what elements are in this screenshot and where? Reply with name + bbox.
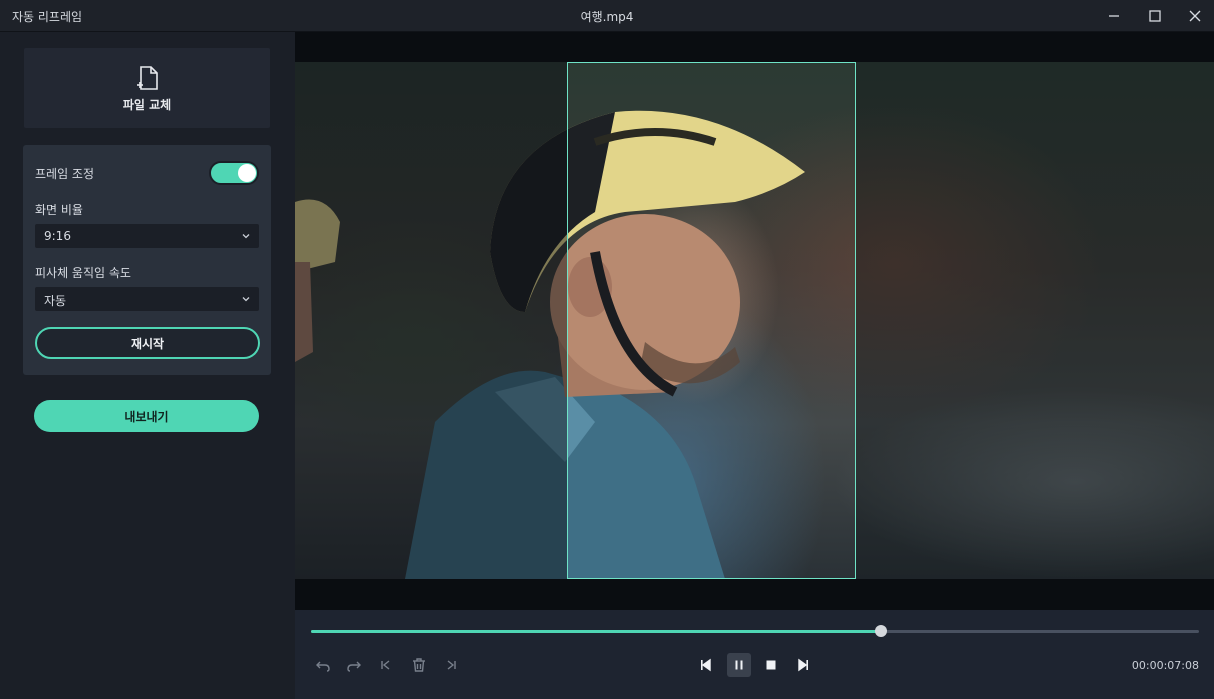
replace-file-button[interactable]: 파일 교체 (24, 48, 270, 128)
progress-bar[interactable] (311, 625, 1199, 637)
aspect-ratio-label: 화면 비율 (35, 203, 83, 217)
delete-icon (413, 658, 425, 672)
timecode: 00:00:07:08 (1131, 659, 1199, 672)
jump-end-button[interactable] (440, 654, 462, 676)
export-button[interactable]: 내보내기 (34, 400, 259, 432)
step-back-icon (701, 658, 711, 672)
close-button[interactable] (1178, 0, 1212, 32)
jump-start-button[interactable] (375, 654, 397, 676)
redo-icon (347, 661, 361, 672)
motion-speed-select[interactable]: 자동 (35, 287, 259, 311)
pause-button[interactable] (727, 653, 751, 677)
video-preview (295, 32, 1214, 610)
motion-speed-label: 피사체 움직임 속도 (35, 266, 131, 280)
frame-adjust-label: 프레임 조정 (35, 167, 95, 181)
settings-sidebar: 파일 교체 프레임 조정 화면 비율 9:16 피사체 움직임 속도 자동 재시… (0, 32, 295, 699)
minimize-icon (1109, 15, 1119, 17)
step-back-button[interactable] (695, 654, 717, 676)
stop-icon (766, 660, 776, 670)
delete-button[interactable] (408, 654, 430, 676)
toggle-knob (238, 164, 256, 182)
undo-icon (316, 661, 330, 672)
file-title: 여행.mp4 (580, 10, 634, 24)
playback-bar: 00:00:07:08 (295, 610, 1214, 699)
chevron-down-icon (242, 234, 250, 239)
video-frame (295, 62, 1214, 579)
minimize-button[interactable] (1097, 0, 1131, 32)
crop-frame[interactable] (567, 62, 856, 579)
progress-handle[interactable] (875, 625, 888, 637)
crop-dim-left (295, 62, 567, 579)
reframe-settings-panel: 프레임 조정 화면 비율 9:16 피사체 움직임 속도 자동 재시작 (23, 145, 271, 375)
title-bar: 자동 리프레임 여행.mp4 (0, 0, 1214, 32)
chevron-down-icon (242, 297, 250, 302)
motion-speed-value: 자동 (44, 294, 67, 308)
step-forward-icon (798, 658, 808, 672)
maximize-icon (1149, 10, 1161, 22)
stop-button[interactable] (760, 654, 782, 676)
step-forward-button[interactable] (792, 654, 814, 676)
jump-start-icon (381, 660, 390, 670)
replace-file-label: 파일 교체 (122, 97, 172, 112)
progress-fill (311, 630, 882, 633)
frame-adjust-toggle[interactable] (209, 161, 259, 185)
crop-dim-right (856, 62, 1214, 579)
add-file-icon (137, 65, 158, 90)
jump-end-icon (447, 660, 456, 670)
pause-icon (735, 660, 743, 670)
aspect-ratio-select[interactable]: 9:16 (35, 224, 259, 248)
close-icon (1189, 10, 1201, 22)
restart-button[interactable]: 재시작 (35, 327, 260, 359)
undo-button[interactable] (312, 654, 334, 676)
maximize-button[interactable] (1138, 0, 1172, 32)
redo-button[interactable] (343, 654, 365, 676)
aspect-ratio-value: 9:16 (44, 229, 71, 243)
